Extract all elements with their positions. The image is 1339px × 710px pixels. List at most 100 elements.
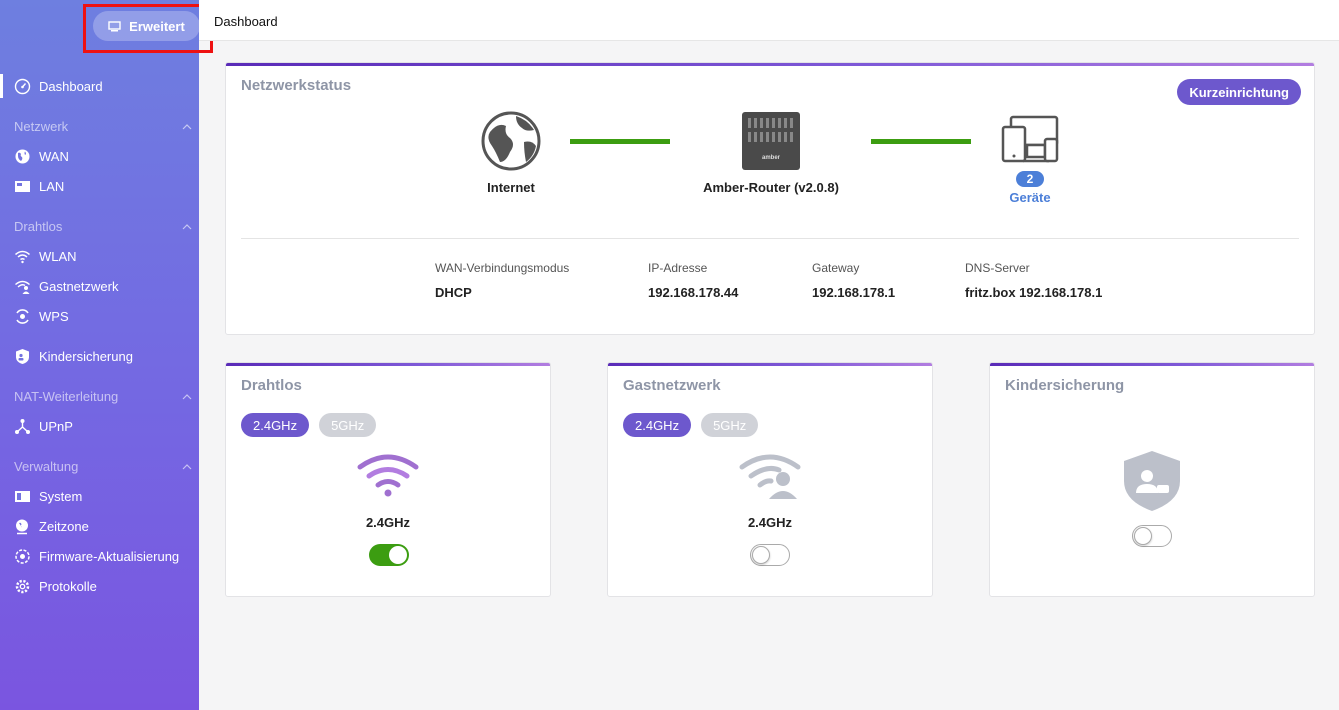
- info-label: WAN-Verbindungsmodus: [435, 261, 570, 275]
- sidebar-item-wan[interactable]: WAN: [0, 141, 199, 171]
- section-label: Verwaltung: [14, 459, 79, 474]
- section-label: Drahtlos: [14, 219, 63, 234]
- timezone-globe-icon: [14, 518, 31, 535]
- wps-icon: [14, 308, 31, 325]
- guest-wifi-icon: [14, 278, 31, 295]
- band-5ghz-button[interactable]: 5GHz: [319, 413, 377, 437]
- dns-info: DNS-Server fritz.box 192.168.178.1: [965, 261, 1102, 300]
- divider: [241, 238, 1299, 239]
- card-title: Netzwerkstatus: [241, 77, 352, 94]
- section-nat[interactable]: NAT-Weiterleitung: [14, 389, 192, 404]
- info-label: IP-Adresse: [648, 261, 708, 275]
- router-label: Amber-Router (v2.0.8): [703, 180, 839, 195]
- sidebar-item-label: Protokolle: [39, 578, 97, 594]
- wan-link-line: [570, 139, 670, 144]
- section-label: Netzwerk: [14, 119, 69, 134]
- sidebar-item-wlan[interactable]: WLAN: [0, 241, 199, 271]
- breadcrumb: Dashboard: [214, 14, 278, 29]
- router-brand-text: amber: [762, 155, 781, 161]
- wifi-icon: [14, 248, 31, 265]
- router-node[interactable]: amber Amber-Router (v2.0.8): [686, 110, 856, 195]
- firmware-update-icon: [14, 548, 31, 565]
- network-status-card: Netzwerkstatus Kurzeinrichtung Internet …: [225, 62, 1315, 335]
- parental-toggle[interactable]: [1132, 525, 1172, 547]
- sidebar: Erweitert Dashboard Netzwerk WAN LAN Dra…: [0, 0, 200, 710]
- quick-setup-button[interactable]: Kurzeinrichtung: [1177, 79, 1301, 105]
- sidebar-item-label: Gastnetzwerk: [39, 278, 119, 294]
- globe-icon: [14, 148, 31, 165]
- chevron-up-icon: [182, 393, 192, 399]
- sidebar-item-guest-network[interactable]: Gastnetzwerk: [0, 271, 199, 301]
- sidebar-item-upnp[interactable]: UPnP: [0, 411, 199, 441]
- internet-label: Internet: [487, 180, 535, 195]
- chevron-up-icon: [182, 223, 192, 229]
- lan-link-line: [871, 139, 971, 144]
- wifi-icon: [226, 453, 550, 499]
- sidebar-item-label: Dashboard: [39, 78, 103, 94]
- globe-icon: [481, 111, 541, 171]
- sidebar-item-label: Zeitzone: [39, 518, 89, 534]
- sidebar-item-label: System: [39, 488, 83, 504]
- sidebar-item-wps[interactable]: WPS: [0, 301, 199, 331]
- guest-wifi-icon: [608, 453, 932, 499]
- internet-node[interactable]: Internet: [471, 110, 551, 195]
- sidebar-item-label: Firmware-Aktualisierung: [39, 548, 180, 564]
- sidebar-item-system[interactable]: System: [0, 481, 199, 511]
- sidebar-item-lan[interactable]: LAN: [0, 171, 199, 201]
- devices-icon: [1001, 115, 1059, 163]
- band-24ghz-button[interactable]: 2.4GHz: [623, 413, 692, 437]
- section-network[interactable]: Netzwerk: [14, 119, 192, 134]
- sidebar-item-parental-control[interactable]: Kindersicherung: [0, 341, 199, 371]
- shield-user-icon: [990, 449, 1314, 513]
- sidebar-item-label: WAN: [39, 148, 69, 164]
- info-value: fritz.box 192.168.178.1: [965, 285, 1103, 300]
- device-count-badge: 2: [1016, 171, 1044, 187]
- wan-mode-info: WAN-Verbindungsmodus DHCP: [435, 261, 569, 300]
- sidebar-item-logs[interactable]: Protokolle: [0, 571, 199, 601]
- devices-link[interactable]: Geräte: [990, 190, 1070, 205]
- info-value: DHCP: [435, 285, 472, 300]
- section-label: NAT-Weiterleitung: [14, 389, 119, 404]
- gear-icon: [14, 578, 31, 595]
- sidebar-item-label: WPS: [39, 308, 69, 324]
- wireless-card: Drahtlos 2.4GHz 5GHz 2.4GHz: [225, 362, 551, 597]
- sidebar-item-timezone[interactable]: Zeitzone: [0, 511, 199, 541]
- sidebar-item-label: Kindersicherung: [39, 348, 133, 364]
- monitor-icon: [108, 20, 121, 31]
- guest-network-card: Gastnetzwerk 2.4GHz 5GHz 2.4GHz: [607, 362, 933, 597]
- gateway-info: Gateway 192.168.178.1: [812, 261, 895, 300]
- sidebar-item-label: LAN: [39, 178, 65, 194]
- section-admin[interactable]: Verwaltung: [14, 459, 192, 474]
- shield-user-icon: [14, 348, 31, 365]
- devices-node[interactable]: 2 Geräte: [990, 115, 1070, 205]
- card-title: Kindersicherung: [1005, 377, 1125, 394]
- info-value: 192.168.178.1: [812, 285, 896, 300]
- parental-control-card: Kindersicherung: [989, 362, 1315, 597]
- router-icon: amber: [742, 112, 800, 170]
- section-wireless[interactable]: Drahtlos: [14, 219, 192, 234]
- band-5ghz-button[interactable]: 5GHz: [701, 413, 759, 437]
- ip-info: IP-Adresse 192.168.178.44: [648, 261, 738, 300]
- advanced-mode-button[interactable]: Erweitert: [93, 11, 200, 41]
- info-label: DNS-Server: [965, 261, 1030, 275]
- gauge-icon: [14, 78, 31, 95]
- info-value: 192.168.178.44: [648, 285, 739, 300]
- chevron-up-icon: [182, 123, 192, 129]
- sidebar-item-firmware[interactable]: Firmware-Aktualisierung: [0, 541, 199, 571]
- top-bar: Dashboard: [199, 0, 1339, 41]
- guest-toggle[interactable]: [750, 544, 790, 566]
- advanced-mode-label: Erweitert: [129, 18, 185, 34]
- band-24ghz-button[interactable]: 2.4GHz: [241, 413, 310, 437]
- card-title: Drahtlos: [241, 377, 302, 394]
- wireless-toggle[interactable]: [369, 544, 409, 566]
- guest-band-label: 2.4GHz: [747, 515, 793, 530]
- sidebar-item-label: WLAN: [39, 248, 77, 264]
- system-icon: [14, 488, 31, 505]
- network-nodes-icon: [14, 418, 31, 435]
- info-label: Gateway: [812, 261, 860, 275]
- lan-icon: [14, 178, 31, 195]
- card-title: Gastnetzwerk: [623, 377, 721, 394]
- sidebar-item-label: UPnP: [39, 418, 73, 434]
- sidebar-item-dashboard[interactable]: Dashboard: [0, 71, 199, 101]
- wireless-band-label: 2.4GHz: [365, 515, 411, 530]
